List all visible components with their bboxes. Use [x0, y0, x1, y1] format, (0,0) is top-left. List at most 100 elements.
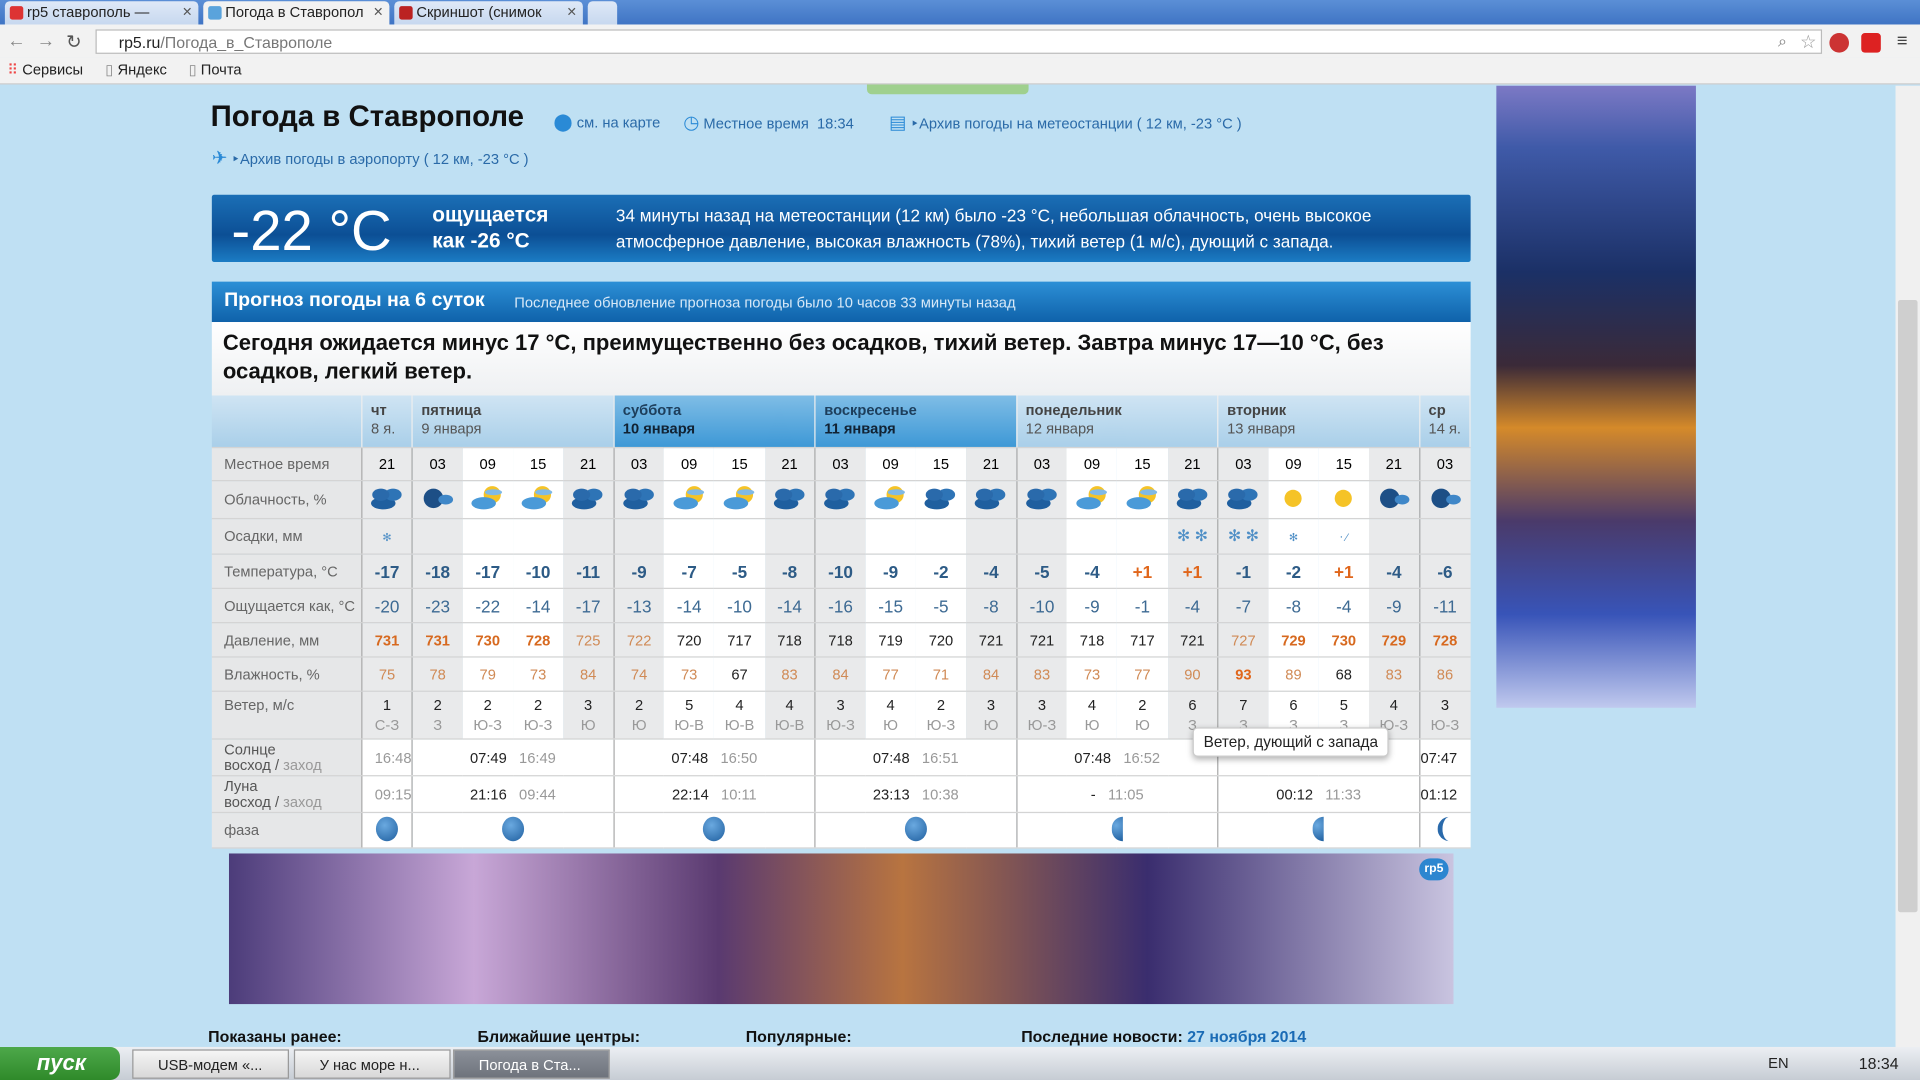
forecast-cell: 4Ю — [865, 691, 916, 740]
forecast-cell — [1117, 518, 1168, 555]
new-tab-button[interactable] — [587, 1, 618, 25]
pressure-value: 727 — [1231, 631, 1256, 649]
pressure-value: 729 — [1381, 631, 1407, 649]
wind-direction[interactable]: Ю — [865, 715, 915, 735]
sun-set-time: 16:51 — [921, 748, 959, 766]
tab-yandex[interactable]: rp5 ставрополь — ✕ — [4, 1, 199, 25]
feels-like-value: -10 — [727, 595, 752, 616]
close-tab-icon[interactable]: ✕ — [566, 1, 576, 24]
sun-rise-time: 07:48 — [671, 748, 709, 766]
temperature-value: -17 — [374, 561, 400, 582]
feels-like-value: -20 — [374, 595, 400, 616]
forecast-cell: 721 — [966, 622, 1017, 658]
advertisement-image[interactable] — [1496, 85, 1696, 708]
wind-direction[interactable]: Ю — [966, 715, 1016, 735]
close-tab-icon[interactable]: ✕ — [182, 1, 192, 24]
adblock-icon[interactable] — [1829, 33, 1849, 53]
tab-bar: rp5 ставрополь — ✕ Погода в Ставропол ✕ С… — [0, 0, 1920, 25]
day-header[interactable]: вторник 13 января — [1217, 395, 1420, 449]
moon-cell: 00:12 11:33 — [1217, 775, 1420, 814]
star-icon[interactable]: ☆ — [1800, 31, 1816, 53]
station-archive-link[interactable]: ▤ ‣Архив погоды на метеостанции ( 12 км,… — [889, 111, 1242, 134]
bookmark-services[interactable]: ⠿ Сервисы — [7, 58, 83, 82]
airport-archive-link[interactable]: ✈ ‣Архив погоды в аэропорту ( 12 км, -23… — [212, 147, 529, 169]
forecast-cell — [512, 518, 564, 555]
taskbar-item-chrome-2[interactable]: Погода в Ста... — [453, 1049, 610, 1079]
current-weather-panel: -22 °C ощущается как -26 °C 34 минуты наз… — [211, 194, 1471, 263]
back-icon[interactable]: ← — [7, 31, 25, 52]
taskbar-item-chrome-1[interactable]: У нас море н... — [293, 1049, 451, 1079]
humidity-value: 71 — [932, 665, 950, 683]
wind-direction[interactable]: Ю-З — [1420, 715, 1470, 735]
current-feels-like: ощущается как -26 °C — [432, 202, 548, 253]
extension-icon[interactable] — [1861, 33, 1881, 53]
wind-direction[interactable]: Ю — [563, 715, 613, 735]
wind-direction[interactable]: Ю-З — [916, 715, 966, 735]
moon-set-time: 09:15 — [374, 785, 412, 803]
tab-rp5[interactable]: Погода в Ставропол ✕ — [203, 1, 390, 25]
moon-phase-cell — [814, 812, 1017, 849]
forecast-cell: -20 — [361, 588, 413, 624]
day-header[interactable]: чт 8 я. — [361, 395, 413, 449]
wind-direction[interactable]: Ю-З — [816, 715, 866, 735]
pressure-value: 731 — [374, 631, 400, 649]
forecast-cell — [1066, 480, 1118, 520]
wind-speed: 5 — [1339, 696, 1348, 714]
day-header[interactable]: ср 14 я. — [1419, 395, 1471, 449]
forecast-cell: 21 — [966, 447, 1017, 482]
reload-icon[interactable]: ↻ — [66, 31, 81, 53]
close-tab-icon[interactable]: ✕ — [373, 1, 383, 24]
day-date: 9 января — [421, 420, 482, 438]
start-button[interactable]: пуск — [0, 1046, 121, 1080]
day-header[interactable]: пятница 9 января — [412, 395, 615, 449]
time-value: 09 — [680, 455, 698, 473]
tab-screenshot[interactable]: Скриншот (снимок ✕ — [394, 1, 583, 25]
sun-cell: 16:48 — [361, 738, 413, 777]
pressure-value: 717 — [1130, 631, 1155, 649]
taskbar-item-usb-modem[interactable]: USB-модем «... — [132, 1049, 289, 1079]
row-label: Луна восход / заход — [211, 775, 363, 814]
map-link[interactable]: ⬤ см. на карте — [553, 111, 660, 132]
bookmark-label: Почта — [200, 61, 242, 79]
cloudy-sun-icon — [469, 485, 506, 516]
wind-direction[interactable]: С-З — [362, 715, 411, 735]
day-header[interactable]: понедельник 12 января — [1016, 395, 1219, 449]
wind-direction[interactable]: Ю — [1067, 715, 1117, 735]
wind-speed: 4 — [886, 696, 895, 714]
wind-direction[interactable]: З — [413, 715, 463, 735]
day-header[interactable]: суббота 10 января — [613, 395, 816, 449]
banner-image[interactable]: rp5 — [228, 853, 1454, 1005]
feels-like-value: -1 — [1134, 595, 1150, 616]
address-bar[interactable]: rp5.ru/Погода_в_Ставрополе — [95, 29, 1823, 54]
language-indicator[interactable]: EN — [1768, 1054, 1788, 1071]
wind-direction[interactable]: Ю-В — [664, 715, 714, 735]
wind-direction[interactable]: Ю — [1117, 715, 1167, 735]
wind-direction[interactable]: Ю-В — [714, 715, 764, 735]
forecast-cell: 2Ю — [1117, 691, 1168, 740]
wind-direction[interactable]: Ю-З — [1017, 715, 1067, 735]
bookmark-yandex[interactable]: ▯ Яндекс — [105, 58, 167, 82]
forecast-cell: 2Ю — [613, 691, 664, 740]
news-date-link[interactable]: 27 ноября 2014 — [1187, 1027, 1306, 1045]
day-header[interactable]: воскресенье 11 января — [815, 395, 1018, 449]
feels-like-value: -15 — [878, 595, 903, 616]
wind-direction[interactable]: Ю-З — [513, 715, 563, 735]
day-date: 12 января — [1025, 420, 1094, 438]
zoom-icon[interactable]: ⌕ — [1778, 32, 1787, 52]
forecast-cell — [1066, 518, 1118, 555]
forecast-cell: -17 — [462, 554, 513, 589]
bookmark-mail[interactable]: ▯ Почта — [189, 58, 242, 82]
menu-icon[interactable]: ≡ — [1897, 31, 1908, 52]
temperature-value: -7 — [681, 561, 697, 582]
moon-last-quarter-icon — [1111, 816, 1123, 841]
wind-direction[interactable]: Ю-З — [463, 715, 513, 735]
scrollbar-thumb[interactable] — [1897, 300, 1918, 913]
rise-label: восход — [224, 792, 271, 811]
pressure-value: 731 — [425, 631, 450, 649]
sun-set-time: 16:48 — [374, 748, 412, 766]
wind-direction[interactable]: Ю-В — [765, 715, 815, 735]
temperature-value: -5 — [731, 561, 748, 582]
apps-grid-icon: ⠿ — [7, 61, 19, 79]
wind-direction[interactable]: Ю — [614, 715, 664, 735]
forward-icon[interactable]: → — [37, 31, 55, 52]
